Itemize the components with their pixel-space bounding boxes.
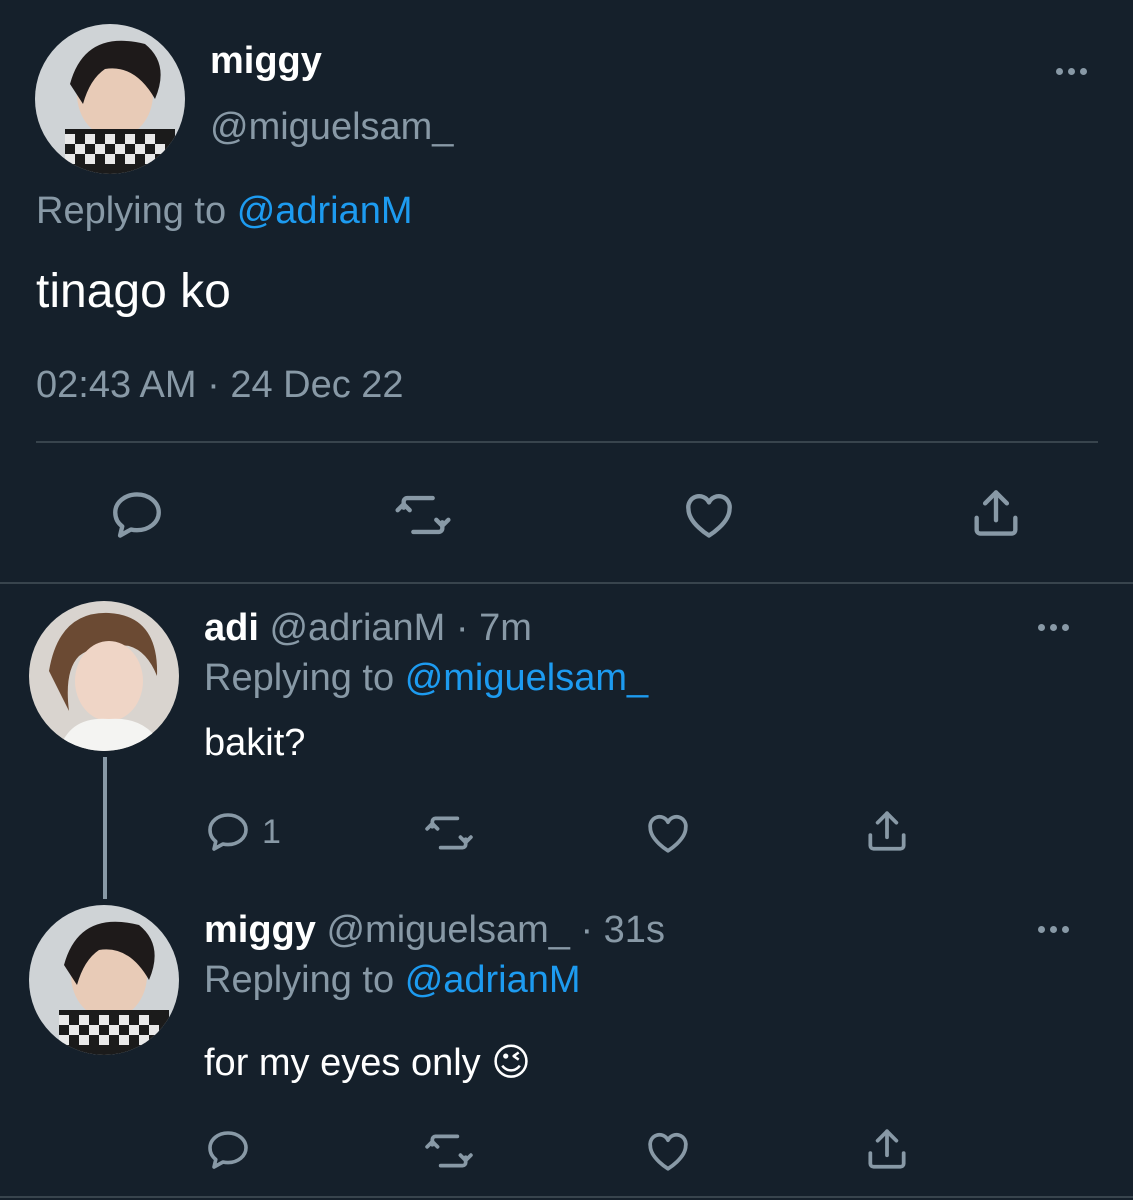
- reply-author-name[interactable]: adi: [204, 607, 259, 649]
- replying-prefix: Replying to: [36, 190, 227, 232]
- replying-to-link[interactable]: @adrianM: [405, 959, 581, 1001]
- replying-to-line: Replying to @adrianM: [36, 190, 413, 233]
- reply-icon[interactable]: [204, 808, 252, 856]
- reply-header-miggy: miggy @miguelsam_ · 31s: [204, 909, 665, 952]
- tweet-timestamp[interactable]: 02:43 AM · 24 Dec 22: [36, 364, 404, 407]
- replying-to-link[interactable]: @adrianM: [237, 190, 413, 232]
- replying-prefix: Replying to: [204, 959, 395, 1001]
- bottom-divider: [0, 1196, 1133, 1198]
- replying-to-line: Replying to @adrianM: [204, 959, 581, 1002]
- avatar-miggy[interactable]: [35, 24, 185, 174]
- avatar-miggy[interactable]: [29, 905, 179, 1055]
- tweet-text: tinago ko: [36, 265, 231, 318]
- reply-handle-time[interactable]: @adrianM · 7m: [269, 607, 531, 649]
- section-divider: [0, 582, 1133, 584]
- more-icon[interactable]: [1038, 624, 1069, 631]
- reply-icon[interactable]: [204, 1126, 252, 1174]
- more-icon[interactable]: [1056, 68, 1087, 75]
- reply-count: 1: [262, 812, 281, 851]
- share-icon[interactable]: [862, 806, 912, 856]
- replying-prefix: Replying to: [204, 657, 395, 699]
- reply-handle-time[interactable]: @miguelsam_ · 31s: [326, 909, 664, 951]
- replying-to-line: Replying to @miguelsam_: [204, 657, 648, 700]
- retweet-icon[interactable]: [424, 808, 474, 858]
- retweet-icon[interactable]: [424, 1126, 474, 1176]
- author-handle[interactable]: @miguelsam_: [210, 106, 453, 149]
- share-icon[interactable]: [862, 1124, 912, 1174]
- reply-text: for my eyes only: [204, 1042, 481, 1084]
- reply-icon[interactable]: [108, 486, 166, 544]
- like-icon[interactable]: [643, 1126, 693, 1176]
- like-icon[interactable]: [643, 808, 693, 858]
- reply-author-name[interactable]: miggy: [204, 909, 316, 951]
- replying-to-link[interactable]: @miguelsam_: [405, 657, 648, 699]
- like-icon[interactable]: [680, 486, 738, 544]
- reply-text: bakit?: [204, 722, 306, 764]
- retweet-icon[interactable]: [394, 486, 452, 544]
- share-icon[interactable]: [967, 484, 1025, 542]
- more-icon[interactable]: [1038, 926, 1069, 933]
- reply-header-adi: adi @adrianM · 7m: [204, 607, 532, 650]
- avatar-adi[interactable]: [29, 601, 179, 751]
- thread-line: [103, 757, 107, 899]
- wink-emoji: 😉: [491, 1042, 531, 1084]
- reply-text-line: for my eyes only 😉: [204, 1040, 531, 1085]
- divider: [36, 441, 1098, 443]
- author-name[interactable]: miggy: [210, 40, 322, 83]
- reply-action[interactable]: 1: [204, 808, 281, 856]
